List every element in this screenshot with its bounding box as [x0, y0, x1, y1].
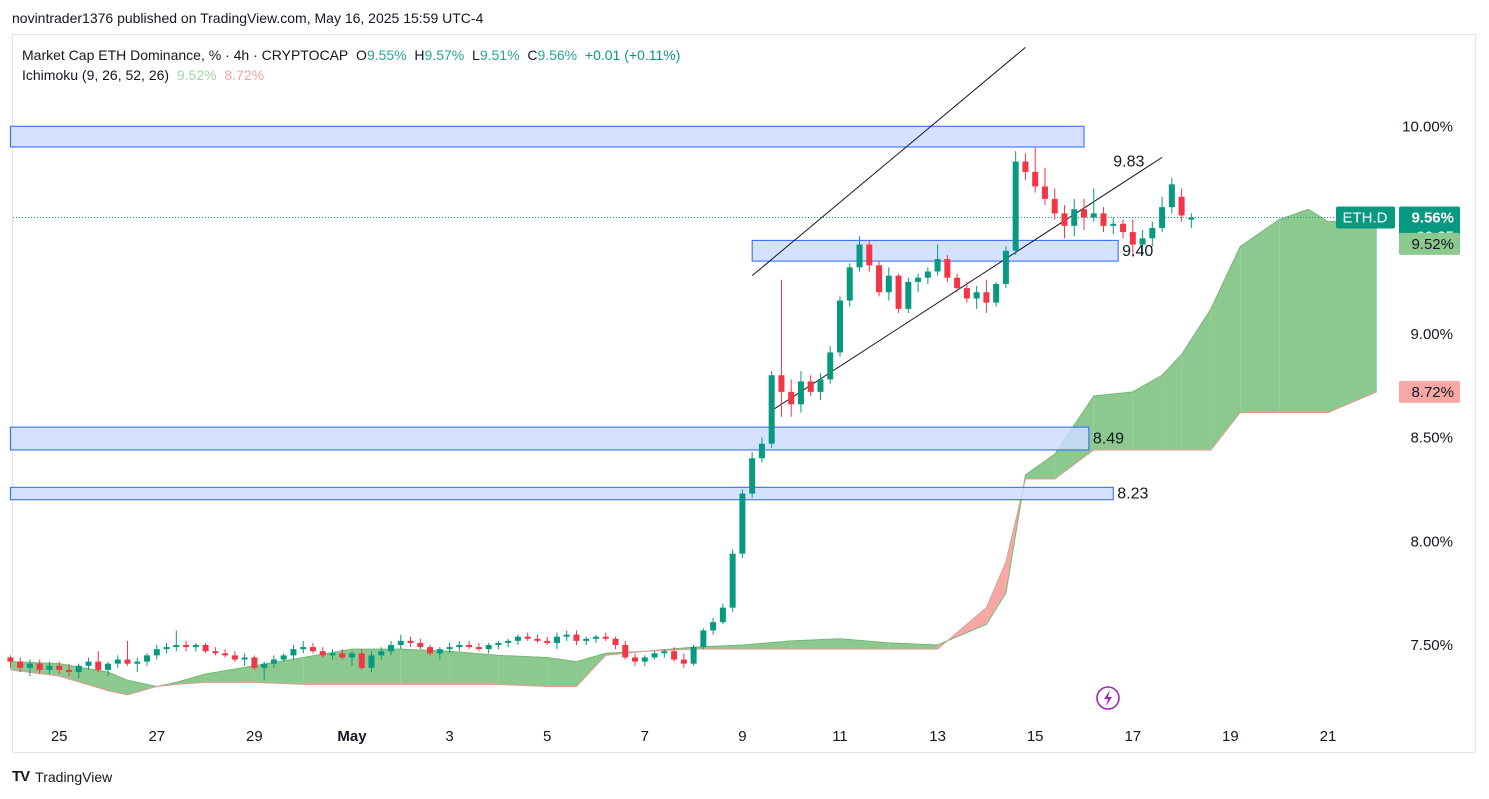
open-label: O	[356, 47, 367, 63]
low-value: 9.51%	[479, 47, 520, 63]
brand-name: TradingView	[35, 768, 113, 785]
publisher-header: novintrader1376 published on TradingView…	[12, 10, 484, 26]
chart-legend: Market Cap ETH Dominance, % · 4h · CRYPT…	[22, 45, 680, 85]
close-value: 9.56%	[537, 47, 578, 63]
high-label: H	[414, 47, 425, 63]
low-label: L	[472, 47, 480, 63]
indicator-legend-row[interactable]: Ichimoku (9, 26, 52, 26) 9.52% 8.72%	[22, 65, 680, 85]
close-label: C	[527, 47, 538, 63]
high-value: 9.57%	[424, 47, 465, 63]
tradingview-brand[interactable]: TV TradingView	[12, 768, 112, 785]
indicator-value-lead: 9.52%	[176, 67, 217, 83]
tradingview-logo-icon: TV	[12, 768, 30, 785]
chart-frame[interactable]	[12, 34, 1476, 753]
indicator-name: Ichimoku (9, 26, 52, 26)	[22, 67, 170, 83]
open-value: 9.55%	[366, 47, 407, 63]
indicator-value-base: 8.72%	[224, 67, 265, 83]
change-value: +0.01 (+0.11%)	[584, 47, 681, 63]
symbol-name: Market Cap ETH Dominance, % · 4h · CRYPT…	[22, 47, 349, 63]
symbol-legend-row[interactable]: Market Cap ETH Dominance, % · 4h · CRYPT…	[22, 45, 680, 65]
